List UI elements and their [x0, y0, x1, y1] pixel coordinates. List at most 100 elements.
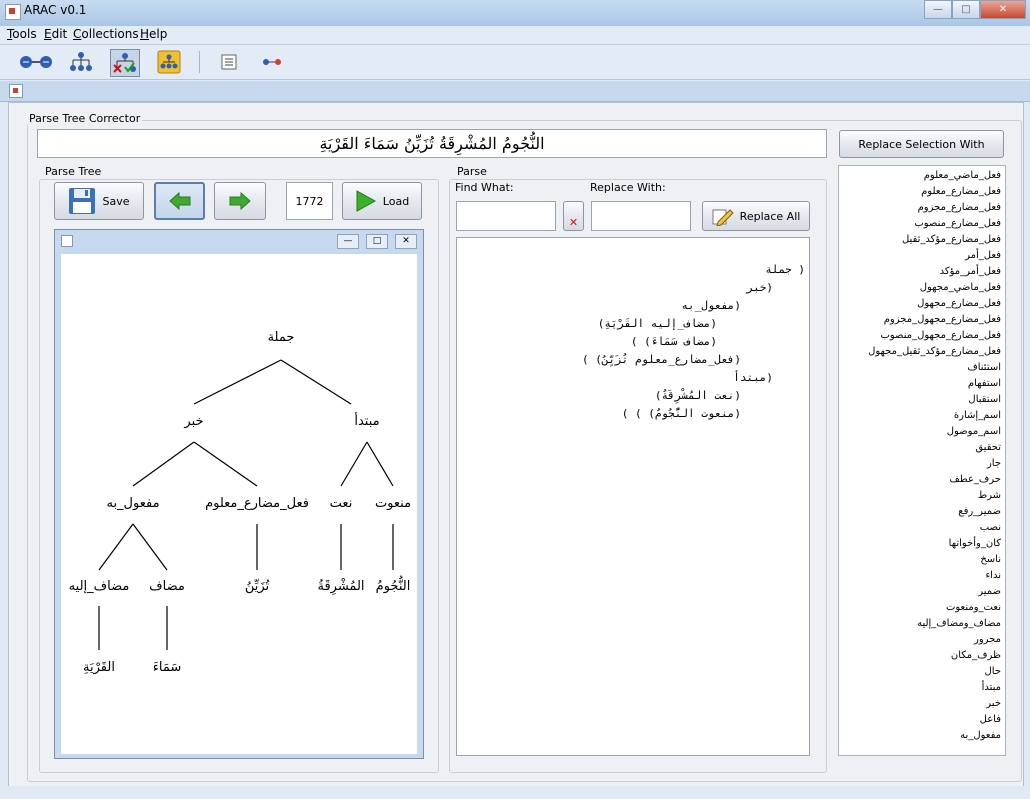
tree-node-jumla[interactable]: جملة: [268, 330, 295, 345]
tag-list-item[interactable]: فعل_مضارع_مجهول: [839, 296, 1005, 312]
tag-list-item[interactable]: مبتدأ: [839, 680, 1005, 696]
link-button[interactable]: [258, 49, 286, 75]
tag-list-item[interactable]: اسم_إشارة: [839, 408, 1005, 424]
tree-node-mafool-bih[interactable]: مفعول_به: [106, 496, 159, 511]
list-icon: [221, 54, 237, 70]
tag-list-item[interactable]: فعل_أمر: [839, 248, 1005, 264]
tag-list-item[interactable]: حال: [839, 664, 1005, 680]
minimize-button[interactable]: —: [924, 0, 952, 19]
parse-text-area[interactable]: ( جملة (خبر (مفعول_به (مضاف_إليه القَرْي…: [456, 237, 810, 756]
replace-with-input[interactable]: [591, 201, 691, 231]
menu-tools[interactable]: Tools: [7, 27, 37, 41]
save-label: Save: [102, 194, 130, 208]
tag-list-item[interactable]: فعل_مضارع_مؤكد_ثقيل_مجهول: [839, 344, 1005, 360]
tree-leaf-al-mushriqa[interactable]: المُشْرِقَةُ: [317, 579, 364, 594]
internal-frame-bar: [0, 81, 1030, 102]
replace-selection-button[interactable]: Replace Selection With: [839, 130, 1004, 158]
status-bar: [0, 786, 1030, 799]
find-what-input[interactable]: [456, 201, 556, 231]
tree-node-mudaf[interactable]: مضاف: [149, 579, 185, 594]
replace-pencil-icon: [712, 209, 734, 226]
tree-maximize-button[interactable]: □: [366, 234, 388, 249]
close-icon: ✕: [998, 4, 1008, 15]
tag-list-item[interactable]: فعل_مضارع_مؤكد_ثقيل: [839, 232, 1005, 248]
sentence-display: النُّجُومُ المُشْرِقَةُ تُزَيِّنُ سَمَاء…: [37, 129, 827, 158]
tag-list-item[interactable]: مفعول_به: [839, 728, 1005, 744]
previous-button[interactable]: [154, 182, 205, 220]
tree-node-naat[interactable]: نعت: [330, 496, 353, 511]
floppy-disk-icon: [69, 188, 96, 214]
replace-with-label: Replace With:: [590, 181, 666, 194]
close-icon: ✕: [402, 236, 410, 246]
tag-list-item[interactable]: استفهام: [839, 376, 1005, 392]
tag-list-item[interactable]: مجرور: [839, 632, 1005, 648]
parse-tree-canvas: جملة خبر مبتدأ مفعول_به فعل_مضارع_معلوم …: [61, 254, 417, 754]
tree-node-khabar[interactable]: خبر: [184, 414, 203, 429]
sentence-number-field[interactable]: 1772: [286, 182, 333, 220]
close-button[interactable]: ✕: [980, 0, 1026, 19]
menu-help[interactable]: Help: [140, 27, 167, 41]
tag-list-item[interactable]: فعل_مضارع_مجزوم: [839, 200, 1005, 216]
tag-list-item[interactable]: مضاف_ومضاف_إليه: [839, 616, 1005, 632]
tag-list-item[interactable]: فعل_مضارع_منصوب: [839, 216, 1005, 232]
tree-leaf-tuzayyinu[interactable]: تُزَيِّنُ: [245, 579, 269, 594]
tree-node-mudaf-ilayh[interactable]: مضاف_إليه: [69, 579, 130, 594]
tree-view-window: — □ ✕ جملة خبر مبتدأ مفعول_به فعل_مضارع_…: [54, 229, 424, 759]
tree-leaf-al-qarya[interactable]: القَرْيَةِ: [83, 660, 115, 675]
tag-list-item[interactable]: فعل_مضارع_معلوم: [839, 184, 1005, 200]
tag-list-item[interactable]: فعل_مضارع_مجهول_مجزوم: [839, 312, 1005, 328]
tree-close-button[interactable]: ✕: [395, 234, 417, 249]
tag-list-item[interactable]: استئناف: [839, 360, 1005, 376]
clear-find-button[interactable]: ✕: [563, 201, 584, 231]
tree-button[interactable]: [67, 49, 95, 75]
nodes-button[interactable]: [18, 49, 54, 75]
load-button[interactable]: Load: [342, 182, 422, 220]
play-icon: [356, 190, 376, 212]
tag-list-item[interactable]: فعل_أمر_مؤكد: [839, 264, 1005, 280]
tag-list-item[interactable]: ناسخ: [839, 552, 1005, 568]
tag-list-item[interactable]: تحقيق: [839, 440, 1005, 456]
menu-edit[interactable]: Edit: [44, 27, 67, 41]
tag-list-item[interactable]: فعل_ماضي_مجهول: [839, 280, 1005, 296]
frame-icon: [9, 84, 23, 98]
save-button[interactable]: Save: [54, 182, 144, 220]
tag-list[interactable]: فعل_ماضي_معلوم فعل_مضارع_معلوم فعل_مضارع_م…: [838, 165, 1006, 756]
tag-list-item[interactable]: كان_وأخواتها: [839, 536, 1005, 552]
tag-list-item[interactable]: نصب: [839, 520, 1005, 536]
parse-line: ( جملة: [765, 263, 805, 276]
tag-list-item[interactable]: حرف_عطف: [839, 472, 1005, 488]
tag-list-item[interactable]: ضمير: [839, 584, 1005, 600]
tag-list-item[interactable]: جار: [839, 456, 1005, 472]
tree-node-mubtada[interactable]: مبتدأ: [354, 414, 379, 429]
tag-list-item[interactable]: ضمير_رفع: [839, 504, 1005, 520]
maximize-button[interactable]: □: [952, 0, 980, 19]
nodes-icon: [20, 56, 52, 68]
next-button[interactable]: [214, 182, 266, 220]
tag-list-item[interactable]: فعل_مضارع_مجهول_منصوب: [839, 328, 1005, 344]
tree-node-fel-mudari[interactable]: فعل_مضارع_معلوم: [205, 496, 309, 511]
menu-collections[interactable]: Collections: [73, 27, 139, 41]
window-controls: — □ ✕: [924, 0, 1026, 19]
collection-tree-button[interactable]: [155, 49, 183, 75]
tag-list-item[interactable]: نداء: [839, 568, 1005, 584]
tree-frame-icon: [61, 235, 73, 247]
find-what-label: Find What:: [455, 181, 514, 194]
parse-line: (فعل_مضارع_معلوم تُزَيِّنُ) ): [582, 353, 741, 366]
tag-list-item[interactable]: استقبال: [839, 392, 1005, 408]
replace-all-button[interactable]: Replace All: [702, 201, 810, 231]
list-button[interactable]: [215, 49, 243, 75]
tree-correct-button[interactable]: [110, 49, 140, 77]
tag-list-item[interactable]: فاعل: [839, 712, 1005, 728]
arrow-left-icon: [168, 192, 190, 210]
tree-node-manoot[interactable]: منعوت: [375, 496, 411, 511]
tag-list-item[interactable]: فعل_ماضي_معلوم: [839, 168, 1005, 184]
tree-minimize-button[interactable]: —: [337, 234, 359, 249]
tag-list-item[interactable]: نعت_ومنعوت: [839, 600, 1005, 616]
parse-line: (مضاف_إليه القَرْيَةِ): [597, 317, 717, 330]
tree-leaf-samaa[interactable]: سَمَاءَ: [153, 660, 181, 675]
tag-list-item[interactable]: ظرف_مكان: [839, 648, 1005, 664]
tag-list-item[interactable]: اسم_موصول: [839, 424, 1005, 440]
tag-list-item[interactable]: خبر: [839, 696, 1005, 712]
tag-list-item[interactable]: شرط: [839, 488, 1005, 504]
tree-leaf-an-nujum[interactable]: النُّجُومُ: [376, 579, 411, 594]
